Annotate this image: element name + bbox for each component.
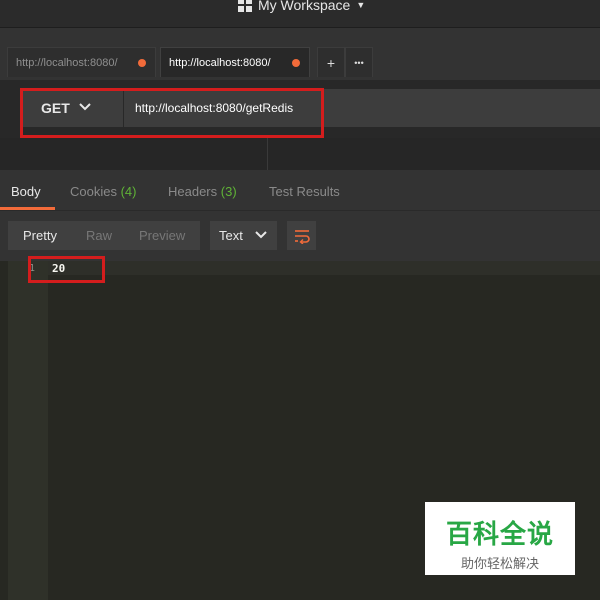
tab-options-button[interactable]: ••• — [345, 47, 373, 77]
url-value: http://localhost:8080/getRedis — [135, 101, 294, 115]
chevron-down-icon — [79, 103, 91, 111]
tab-body[interactable]: Body — [11, 184, 41, 199]
tab-headers[interactable]: Headers (3) — [168, 184, 237, 199]
unsaved-dot-icon — [138, 59, 146, 67]
watermark-subtitle: 助你轻松解决 — [460, 556, 539, 571]
method-select[interactable]: GET — [23, 89, 123, 127]
response-tab-bar: Body Cookies (4) Headers (3) Test Result… — [0, 170, 600, 211]
plus-icon: + — [326, 54, 336, 71]
caret-down-icon: ▼ — [356, 0, 366, 10]
tab-headers-label: Headers — [168, 184, 218, 199]
divider — [267, 138, 268, 170]
watermark-logo: 百科全说 助你轻松解决 — [425, 502, 575, 575]
request-tab-1[interactable]: http://localhost:8080/ — [7, 47, 156, 77]
tab-cookies[interactable]: Cookies (4) — [70, 184, 136, 199]
workspace-name: My Workspace — [258, 0, 351, 13]
wrap-lines-icon — [294, 229, 310, 244]
tab-label: http://localhost:8080/ — [16, 56, 118, 69]
current-line-highlight — [48, 261, 600, 275]
request-subpanel — [0, 138, 600, 171]
raw-button[interactable]: Raw — [86, 228, 112, 243]
response-toolbar: Pretty Raw Preview Text — [0, 211, 600, 261]
pretty-button[interactable]: Pretty — [23, 228, 57, 243]
format-select[interactable]: Text — [210, 221, 277, 250]
wrap-lines-button[interactable] — [287, 221, 316, 250]
tab-test-results[interactable]: Test Results — [269, 184, 340, 199]
chevron-down-icon — [255, 231, 267, 239]
unsaved-dot-icon — [292, 59, 300, 67]
more-icon: ••• — [354, 57, 364, 68]
new-tab-button[interactable]: + — [317, 47, 345, 77]
method-label: GET — [41, 100, 70, 116]
workspace-grid-icon — [238, 0, 252, 12]
workspace-switcher[interactable]: My Workspace ▼ — [238, 0, 365, 16]
request-tab-2[interactable]: http://localhost:8080/ — [160, 47, 310, 77]
body-content: 20 — [52, 262, 66, 275]
tab-body-label: Body — [11, 184, 41, 199]
cookies-count: (4) — [120, 184, 137, 199]
line-gutter — [8, 261, 48, 600]
top-bar: My Workspace ▼ — [0, 0, 600, 28]
watermark-title: 百科全说 — [445, 519, 554, 549]
url-input[interactable]: http://localhost:8080/getRedis — [124, 89, 600, 127]
request-url-bar: GET http://localhost:8080/getRedis — [0, 80, 600, 138]
line-number: 1 — [29, 263, 36, 274]
view-mode-group: Pretty Raw Preview — [8, 221, 200, 250]
active-tab-underline — [0, 207, 55, 210]
tab-test-results-label: Test Results — [269, 184, 340, 199]
format-label: Text — [219, 228, 243, 243]
headers-count: (3) — [220, 184, 237, 199]
preview-button[interactable]: Preview — [139, 228, 185, 243]
tab-cookies-label: Cookies — [70, 184, 117, 199]
tab-label: http://localhost:8080/ — [169, 56, 271, 69]
request-tab-bar: http://localhost:8080/ http://localhost:… — [0, 28, 600, 80]
